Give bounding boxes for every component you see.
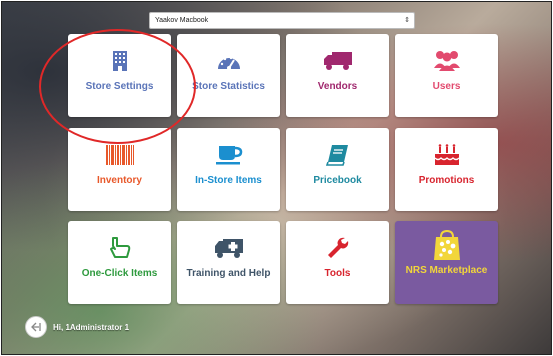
store-select-value: Yaakov Macbook <box>155 17 209 24</box>
tile-tools[interactable]: Tools <box>286 221 389 304</box>
tile-one-click-items[interactable]: One-Click Items <box>68 221 171 304</box>
tile-label: Pricebook <box>313 175 362 186</box>
tile-label: Tools <box>324 268 351 279</box>
truck-icon <box>323 49 353 73</box>
gauge-icon <box>216 49 242 73</box>
tile-label: Store Settings <box>85 81 154 92</box>
app-frame: Yaakov Macbook ⇕ Store Settings Store St… <box>1 1 552 355</box>
tile-label: Promotions <box>418 175 475 186</box>
logout-icon <box>31 322 41 332</box>
tile-label: Vendors <box>317 81 358 92</box>
shopping-bag-icon <box>432 229 462 261</box>
tile-training-and-help[interactable]: Training and Help <box>177 221 280 304</box>
tile-vendors[interactable]: Vendors <box>286 34 389 117</box>
tile-label: Store Statistics <box>192 81 265 92</box>
tile-label: Users <box>432 81 461 92</box>
wrench-icon <box>326 236 350 260</box>
tile-store-settings[interactable]: Store Settings <box>68 34 171 117</box>
tile-in-store-items[interactable]: In-Store Items <box>177 128 280 211</box>
tile-promotions[interactable]: Promotions <box>395 128 498 211</box>
logout-button[interactable] <box>25 316 47 338</box>
select-arrows-icon: ⇕ <box>404 17 410 24</box>
tile-label: Inventory <box>96 175 142 186</box>
tile-label: Training and Help <box>186 268 271 279</box>
cake-icon <box>433 143 461 167</box>
book-icon <box>325 143 350 167</box>
coffee-cup-icon <box>214 143 244 167</box>
user-bar: Hi, 1Administrator 1 <box>25 315 129 339</box>
tile-nrs-marketplace[interactable]: NRS Marketplace <box>395 221 498 304</box>
tile-label: One-Click Items <box>81 268 158 279</box>
store-select[interactable]: Yaakov Macbook ⇕ <box>149 12 415 29</box>
tile-label: NRS Marketplace <box>405 265 488 276</box>
users-icon <box>432 49 462 73</box>
ambulance-icon <box>213 236 245 260</box>
tile-pricebook[interactable]: Pricebook <box>286 128 389 211</box>
user-greeting: Hi, 1Administrator 1 <box>53 322 130 332</box>
tile-users[interactable]: Users <box>395 34 498 117</box>
tile-label: In-Store Items <box>195 175 262 186</box>
pointer-hand-icon <box>108 236 132 260</box>
building-icon <box>112 49 128 73</box>
tile-store-statistics[interactable]: Store Statistics <box>177 34 280 117</box>
barcode-icon <box>105 143 135 167</box>
tile-inventory[interactable]: Inventory <box>68 128 171 211</box>
